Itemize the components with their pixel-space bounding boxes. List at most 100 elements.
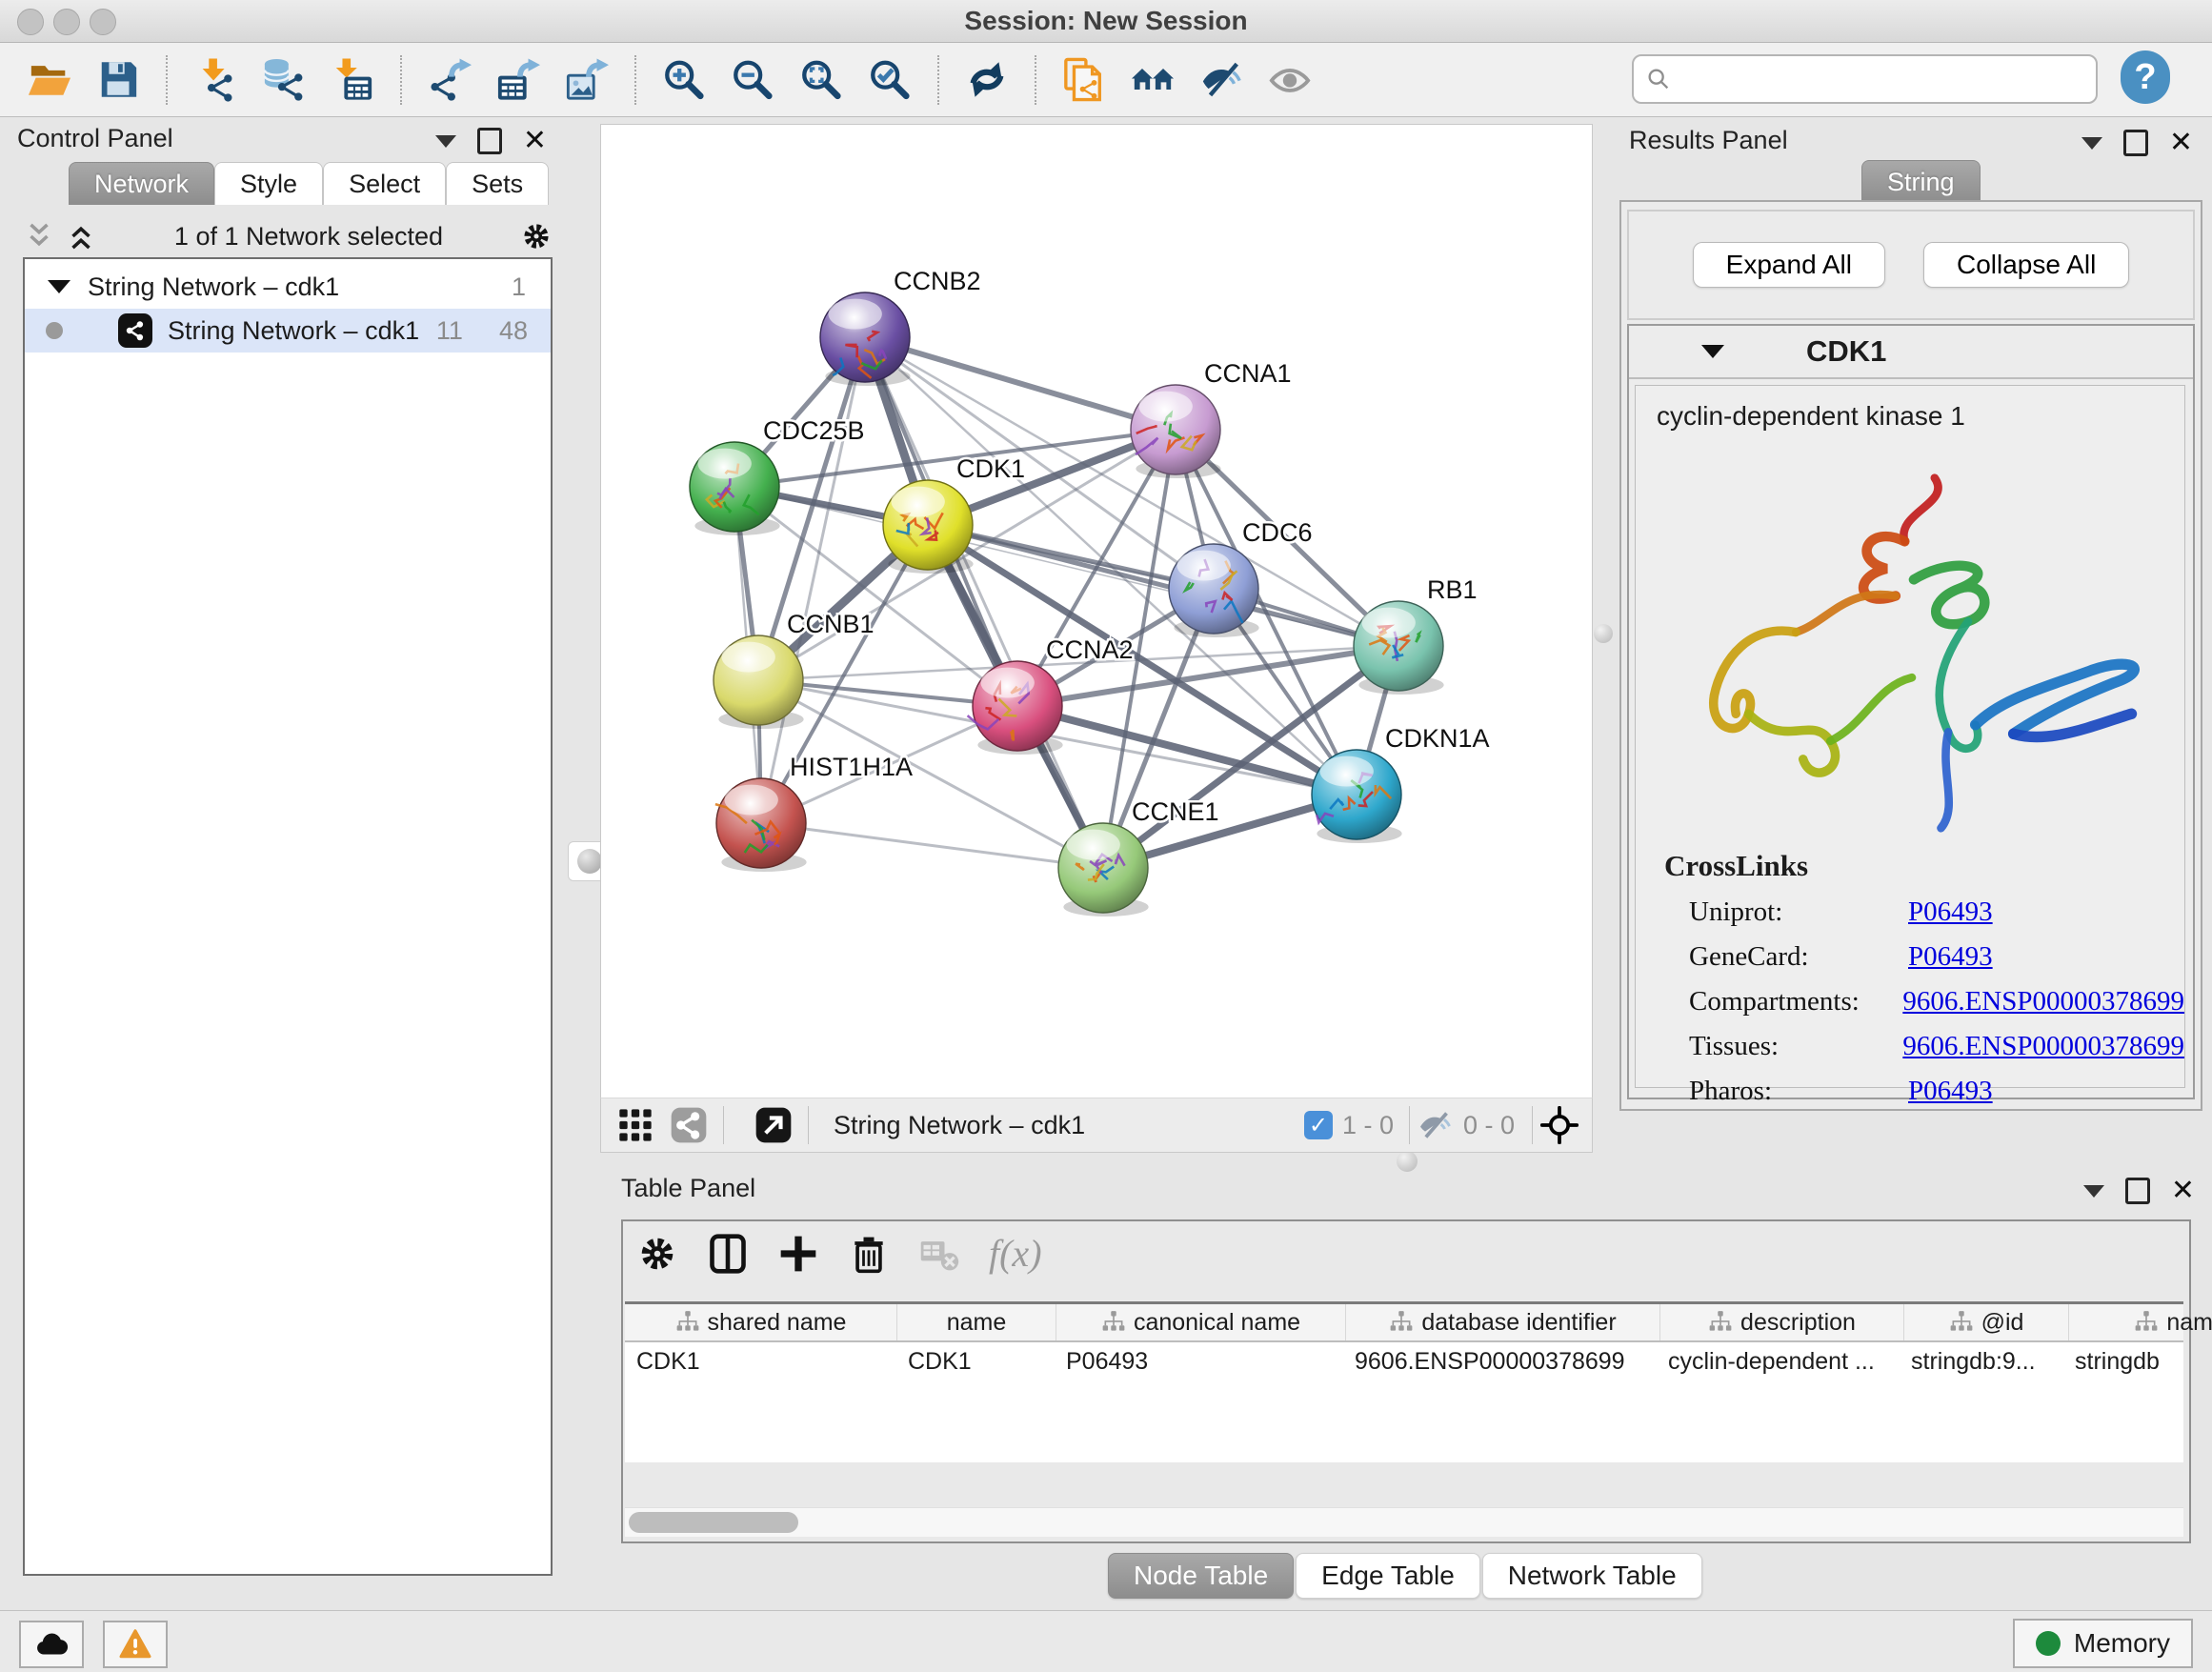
function-builder-icon: f(x) <box>989 1231 1042 1276</box>
column-type-icon <box>1708 1310 1733 1335</box>
tab-style[interactable]: Style <box>214 162 323 205</box>
node-label-CDC6: CDC6 <box>1242 518 1313 547</box>
float-panel-icon[interactable] <box>477 128 502 154</box>
crosslink-link[interactable]: P06493 <box>1908 896 1993 928</box>
table-toolbar: f(x) <box>636 1231 1042 1276</box>
create-column-icon[interactable] <box>777 1233 819 1275</box>
node-RB1[interactable] <box>1354 601 1444 695</box>
zoom-selected-button[interactable] <box>862 51 917 109</box>
toolbar-separator <box>166 55 168 105</box>
expand-all-button[interactable]: Expand All <box>1693 242 1885 288</box>
collapse-results-icon[interactable] <box>2081 137 2102 150</box>
tab-string[interactable]: String <box>1861 160 1981 203</box>
show-columns-icon[interactable] <box>707 1233 749 1275</box>
open-in-new-window-icon[interactable] <box>754 1106 793 1144</box>
network-row[interactable]: String Network – cdk1 11 48 <box>25 309 551 353</box>
tab-edge-table[interactable]: Edge Table <box>1296 1553 1480 1599</box>
node-CDC6[interactable] <box>1169 544 1259 637</box>
import-table-from-file-button[interactable] <box>325 51 380 109</box>
import-network-from-database-button[interactable] <box>256 51 312 109</box>
zoom-in-button[interactable] <box>656 51 712 109</box>
node-CDK1[interactable] <box>883 480 974 574</box>
import-network-from-file-button[interactable] <box>188 51 243 109</box>
node-CCNB2[interactable] <box>820 292 911 386</box>
export-table-button[interactable] <box>491 51 546 109</box>
collapse-all-chevrons-icon[interactable] <box>65 220 97 252</box>
help-button[interactable]: ? <box>2121 50 2170 104</box>
network-options-gear-icon[interactable] <box>520 220 553 252</box>
tab-sets[interactable]: Sets <box>446 162 549 205</box>
first-neighbors-button[interactable] <box>1125 51 1180 109</box>
table-row[interactable]: CDK1CDK1P064939606.ENSP00000378699cyclin… <box>625 1342 2183 1380</box>
export-network-button[interactable] <box>422 51 477 109</box>
node-CCNA2[interactable] <box>968 661 1063 755</box>
node-HIST1H1A[interactable] <box>715 778 807 872</box>
save-session-button[interactable] <box>90 51 146 109</box>
right-splitter-grip[interactable] <box>1594 624 1613 643</box>
fit-content-button[interactable] <box>794 51 849 109</box>
column-header-canonical-name[interactable]: canonical name <box>1056 1304 1346 1340</box>
export-image-button[interactable] <box>559 51 614 109</box>
open-session-button[interactable] <box>22 51 77 109</box>
network-collection-row[interactable]: String Network – cdk1 1 <box>25 265 551 309</box>
zoom-out-button[interactable] <box>725 51 780 109</box>
node-CDKN1A[interactable] <box>1312 750 1402 843</box>
tab-network-table[interactable]: Network Table <box>1482 1553 1702 1599</box>
refresh-layout-button[interactable] <box>959 51 1015 109</box>
collection-expander-icon[interactable] <box>48 280 70 293</box>
tab-network[interactable]: Network <box>69 162 214 205</box>
toolbar-separator <box>1035 55 1036 105</box>
show-all-button[interactable] <box>1262 51 1317 109</box>
grid-view-icon[interactable] <box>616 1106 654 1144</box>
edge-CCNE1-CCNB2[interactable] <box>865 337 1103 868</box>
crosslink-label: Pharos: <box>1689 1076 1908 1107</box>
hide-selected-button[interactable] <box>1194 51 1249 109</box>
node-CDC25B[interactable] <box>690 442 780 535</box>
node-CCNB1[interactable] <box>714 635 804 729</box>
selected-nodes-checkbox[interactable]: ✓ <box>1304 1111 1333 1139</box>
crosslink-link[interactable]: 9606.ENSP00000378699 <box>1902 1031 2184 1062</box>
crosslink-link[interactable]: P06493 <box>1908 1076 1993 1107</box>
edge-CCNE1-HIST1H1A[interactable] <box>761 823 1103 868</box>
node-CCNE1[interactable] <box>1058 823 1149 917</box>
tab-select[interactable]: Select <box>323 162 446 205</box>
duplicate-network-button[interactable] <box>1056 51 1112 109</box>
close-panel-icon[interactable]: ✕ <box>523 131 547 151</box>
open-session-icon <box>28 57 71 102</box>
memory-button[interactable]: Memory <box>2013 1619 2193 1668</box>
close-results-icon[interactable]: ✕ <box>2169 132 2193 153</box>
close-table-icon[interactable]: ✕ <box>2171 1180 2195 1201</box>
cdk1-section-header[interactable]: CDK1 <box>1629 326 2193 379</box>
column-header-namespace[interactable]: namespace <box>2069 1304 2212 1340</box>
section-expander-icon[interactable] <box>1701 345 1724 358</box>
crosslink-link[interactable]: 9606.ENSP00000378699 <box>1902 986 2184 1017</box>
edge-CCNB2-HIST1H1A[interactable] <box>761 337 865 823</box>
column-header-name[interactable]: name <box>897 1304 1056 1340</box>
float-table-icon[interactable] <box>2125 1178 2150 1204</box>
column-header-description[interactable]: description <box>1660 1304 1904 1340</box>
network-view[interactable]: CCNB2CCNA1CDC25BCDK1CDC6RB1CCNB1CCNA2CDK… <box>600 124 1593 1099</box>
collapse-panel-icon[interactable] <box>435 135 456 148</box>
column-header-database-identifier[interactable]: database identifier <box>1346 1304 1660 1340</box>
edge-CCNA1-CCNB2[interactable] <box>865 337 1176 430</box>
string-view-badge-icon[interactable] <box>670 1106 708 1144</box>
table-hscrollbar-thumb[interactable] <box>629 1512 798 1533</box>
warning-button[interactable] <box>103 1621 168 1668</box>
float-results-icon[interactable] <box>2123 130 2148 156</box>
tab-node-table[interactable]: Node Table <box>1108 1553 1294 1599</box>
delete-columns-icon[interactable] <box>848 1233 890 1275</box>
node-CCNA1[interactable] <box>1131 385 1221 478</box>
column-header-shared-name[interactable]: shared name <box>625 1304 897 1340</box>
column-type-icon <box>675 1310 700 1335</box>
table-options-gear-icon[interactable] <box>636 1233 678 1275</box>
crosslink-label: Compartments: <box>1689 986 1902 1017</box>
search-input[interactable] <box>1679 59 2096 99</box>
expand-all-chevrons-icon[interactable] <box>23 220 55 252</box>
cloud-button[interactable] <box>19 1621 84 1668</box>
column-header--id[interactable]: @id <box>1904 1304 2069 1340</box>
collapse-table-icon[interactable] <box>2083 1185 2104 1198</box>
collapse-all-button[interactable]: Collapse All <box>1923 242 2129 288</box>
crosslink-link[interactable]: P06493 <box>1908 941 1993 973</box>
birdseye-view-icon[interactable] <box>1540 1106 1579 1144</box>
table-hscrollbar <box>625 1507 2183 1537</box>
